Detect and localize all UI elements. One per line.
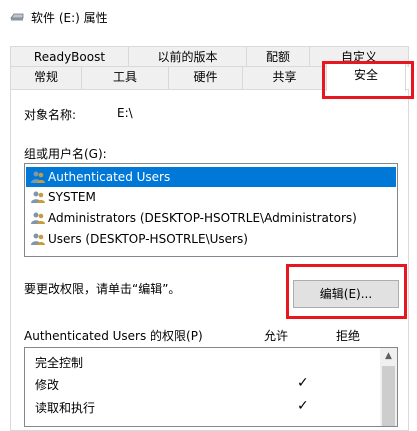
scroll-thumb[interactable] [382, 366, 395, 426]
object-name-label: 对象名称: [24, 108, 77, 122]
list-item[interactable]: Users (DESKTOP-HSOTRLE\Users) [26, 229, 396, 249]
tab-general[interactable]: 常规 [10, 66, 82, 89]
tab-sharing[interactable]: 共享 [242, 66, 327, 89]
group-list-label: 组或用户名(G): [24, 147, 107, 161]
object-name-value: E:\ [117, 106, 133, 120]
permission-name: 修改 [35, 378, 60, 392]
users-icon [31, 171, 45, 183]
highlight-edit-button [286, 264, 407, 319]
tab-readyboost[interactable]: ReadyBoost [10, 46, 129, 67]
permissions-list: 完全控制 修改 ✓ 读取和执行 ✓ ▲ [24, 347, 398, 427]
list-item-label: SYSTEM [48, 190, 96, 204]
allow-check-icon: ✓ [297, 398, 309, 414]
list-item[interactable]: SYSTEM [26, 187, 396, 207]
users-icon [31, 191, 45, 203]
permission-name: 读取和执行 [35, 401, 96, 415]
drive-icon [10, 13, 24, 21]
window-title: 软件 (E:) 属性 [31, 11, 108, 25]
list-item-label: Users (DESKTOP-HSOTRLE\Users) [48, 232, 248, 246]
allow-column-header: 允许 [264, 329, 289, 343]
list-item-label: Administrators (DESKTOP-HSOTRLE\Administ… [48, 211, 357, 225]
allow-check-icon: ✓ [297, 375, 309, 391]
change-permission-hint: 要更改权限，请单击“编辑”。 [24, 282, 181, 296]
list-item-label: Authenticated Users [48, 170, 171, 184]
users-icon [31, 212, 45, 224]
group-user-list[interactable]: Authenticated Users SYSTEM Administrator… [24, 163, 398, 257]
tab-quota[interactable]: 配额 [246, 46, 310, 67]
tab-previous-versions[interactable]: 以前的版本 [128, 46, 247, 67]
list-item[interactable]: Authenticated Users [26, 167, 396, 187]
permission-name: 完全控制 [35, 356, 84, 370]
tab-tools[interactable]: 工具 [81, 66, 169, 89]
highlight-security-tab [322, 61, 414, 99]
permissions-label: Authenticated Users 的权限(P) [24, 329, 203, 343]
users-icon [31, 233, 45, 245]
permissions-scrollbar[interactable]: ▲ [380, 348, 397, 426]
deny-column-header: 拒绝 [336, 329, 361, 343]
scroll-up-icon[interactable]: ▲ [380, 348, 397, 365]
tab-hardware[interactable]: 硬件 [168, 66, 243, 89]
list-item[interactable]: Administrators (DESKTOP-HSOTRLE\Administ… [26, 208, 396, 228]
title-bar: 软件 (E:) 属性 [0, 0, 417, 34]
